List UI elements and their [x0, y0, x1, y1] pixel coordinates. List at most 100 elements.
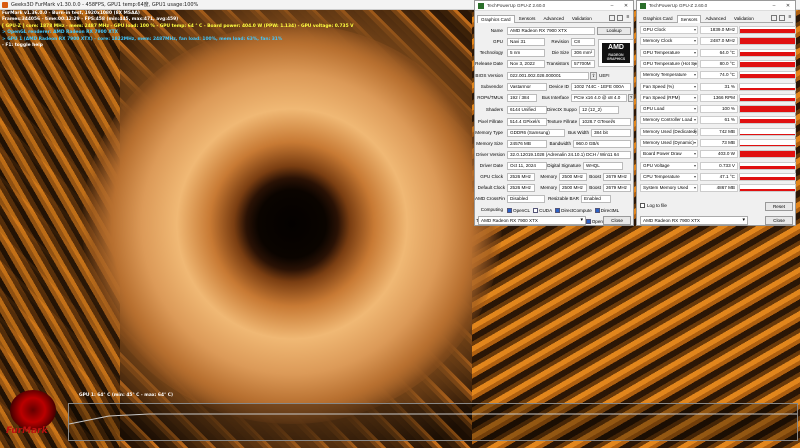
- subvendor-value: Vastarmor: [507, 83, 547, 91]
- sensor-name[interactable]: Memory Used (Dedicated): [640, 127, 698, 136]
- gpuz-app-icon: [478, 2, 484, 9]
- refresh-icon[interactable]: [779, 15, 785, 21]
- sensor-graph-fill: [740, 51, 795, 56]
- gpu-select-dropdown[interactable]: AMD Radeon RX 7900 XTX: [478, 216, 586, 225]
- close-window-button[interactable]: ✕: [781, 3, 795, 9]
- tab-advanced[interactable]: Advanced: [539, 14, 567, 22]
- sensor-value: 31 %: [700, 82, 738, 91]
- sensor-name[interactable]: GPU Load: [640, 105, 698, 114]
- tab-sensors[interactable]: Sensors: [676, 15, 702, 23]
- minimize-button[interactable]: –: [605, 3, 619, 9]
- menu-icon[interactable]: ≡: [625, 15, 631, 21]
- sensor-row: GPU Temperature64.0 °C: [640, 48, 797, 58]
- sensor-name[interactable]: CPU Temperature: [640, 172, 698, 181]
- log-to-file-label: Log to file: [647, 203, 667, 208]
- share-bios-icon[interactable]: ⇪: [590, 72, 597, 80]
- gpuz-app-icon: [640, 2, 646, 9]
- sensor-name[interactable]: Board Power Draw: [640, 150, 698, 159]
- technology-value: 5 nm: [507, 49, 545, 57]
- gpuz-sensors-footer: AMD Radeon RX 7900 XTX: [640, 216, 748, 225]
- sensor-value: 403.0 W: [700, 150, 738, 159]
- tab-validation[interactable]: Validation: [730, 14, 758, 22]
- close-button[interactable]: Close: [765, 216, 793, 225]
- sensor-name[interactable]: GPU Voltage: [640, 161, 698, 170]
- sensor-row: Memory Clock2487.0 MHz: [640, 36, 797, 46]
- computing-option[interactable]: DirectML: [594, 207, 619, 213]
- checkbox-icon: [594, 207, 600, 213]
- sensor-name[interactable]: GPU Temperature (Hot Spot): [640, 59, 698, 68]
- gpuz-card-footer: AMD Radeon RX 7900 XTX: [478, 216, 588, 225]
- help-icon[interactable]: ?: [628, 94, 634, 102]
- default-clock-value: 2526 MHz: [507, 184, 535, 192]
- gpuz-card-window-title: TechPowerUp GPU-Z 2.60.0: [487, 3, 546, 8]
- sensor-graph-fill: [740, 151, 795, 158]
- computing-option[interactable]: DirectCompute: [555, 207, 592, 213]
- sensor-name[interactable]: Fan Speed (%): [640, 82, 698, 91]
- sensor-graph-fill: [740, 74, 795, 79]
- crossfire-label: AMD CrossFire: [475, 196, 505, 201]
- sensor-graph: [739, 48, 796, 57]
- sensor-row: Memory Temperature74.0 °C: [640, 70, 797, 80]
- bandwidth-value: 960.0 GB/s: [573, 140, 631, 148]
- log-to-file-checkbox[interactable]: [640, 203, 645, 208]
- sensor-graph: [739, 184, 796, 193]
- default-boost-label: Boost: [589, 185, 601, 190]
- sensor-graph: [739, 172, 796, 181]
- menu-icon[interactable]: ≡: [787, 15, 793, 21]
- sensor-name[interactable]: System Memory Used: [640, 184, 698, 193]
- sensor-row: Memory Controller Load61 %: [640, 115, 797, 125]
- sensor-value: 0.733 V: [700, 161, 738, 170]
- gpu-select-dropdown[interactable]: AMD Radeon RX 7900 XTX: [640, 216, 748, 225]
- computing-options: OpenCL CUDA DirectCompute DirectML: [507, 206, 631, 214]
- sensor-name[interactable]: Memory Used (Dynamic): [640, 139, 698, 147]
- amd-logo-brand: AMD: [608, 44, 624, 51]
- bus-interface-value: PCIe x16 4.0 @ x8 4.0: [571, 94, 627, 102]
- default-memory-label: Memory: [540, 185, 557, 190]
- sensor-name[interactable]: Memory Controller Load: [640, 116, 698, 125]
- die-size-label: Die Size: [551, 50, 569, 55]
- tab-sensors[interactable]: Sensors: [515, 14, 540, 22]
- refresh-icon[interactable]: [617, 15, 623, 21]
- camera-icon[interactable]: [771, 15, 777, 21]
- lookup-button[interactable]: Lookup: [597, 27, 631, 35]
- boost-label: Boost: [589, 174, 601, 179]
- furmark-logo: FurMark: [2, 386, 66, 444]
- sensor-name[interactable]: GPU Temperature: [640, 48, 698, 57]
- pixel-fillrate-label: Pixel Fillrate: [477, 119, 503, 124]
- tab-graphics-card[interactable]: Graphics Card: [639, 14, 677, 22]
- pixel-fillrate-value: 514.4 GPixel/s: [507, 118, 547, 126]
- sensor-name[interactable]: Fan Speed (RPM): [640, 93, 698, 102]
- sensor-graph-fill: [740, 119, 795, 124]
- close-button[interactable]: Close: [603, 216, 631, 225]
- computing-option[interactable]: OpenCL: [507, 207, 530, 213]
- sensor-graph: [739, 37, 796, 46]
- gpuz-sensors-window: TechPowerUp GPU-Z 2.60.0 – ✕ Graphics Ca…: [636, 0, 796, 226]
- amd-logo-sub: RADEON GRAPHICS: [606, 53, 626, 61]
- log-to-file-option[interactable]: Log to file: [640, 203, 667, 208]
- sensor-name[interactable]: GPU Clock: [640, 26, 698, 34]
- camera-icon[interactable]: [609, 15, 615, 21]
- sensor-graph: [739, 71, 796, 80]
- sensor-graph-fill: [740, 176, 795, 180]
- gpuz-card-tabs: Graphics Card Sensors Advanced Validatio…: [477, 14, 631, 23]
- amd-logo-badge: AMD RADEON GRAPHICS: [602, 43, 630, 63]
- computing-option[interactable]: CUDA: [533, 207, 552, 213]
- close-window-button[interactable]: ✕: [619, 3, 633, 9]
- gpuz-sensors-title-bar[interactable]: TechPowerUp GPU-Z 2.60.0 – ✕: [637, 1, 795, 11]
- temperature-graph: GPU 1: 64° C (min: 45° C - max: 64° C): [68, 393, 798, 441]
- name-value: AMD Radeon RX 7900 XTX: [507, 27, 595, 35]
- tab-advanced[interactable]: Advanced: [701, 14, 729, 22]
- reset-button[interactable]: Reset: [765, 202, 793, 211]
- sensor-name[interactable]: Memory Clock: [640, 37, 698, 46]
- driver-date-value: Oct 11, 2024: [507, 162, 547, 170]
- gpuz-card-title-bar[interactable]: TechPowerUp GPU-Z 2.60.0 – ✕: [475, 1, 633, 11]
- minimize-button[interactable]: –: [767, 3, 781, 9]
- sensor-name[interactable]: Memory Temperature: [640, 71, 698, 80]
- resizable-bar-value: Enabled: [581, 195, 611, 203]
- memory-type-value: GDDR6 (Samsung): [507, 129, 565, 137]
- sensor-value: 1839.0 MHz: [700, 26, 738, 34]
- tab-graphics-card[interactable]: Graphics Card: [477, 15, 515, 23]
- directx-label: DirectX Support: [547, 107, 577, 112]
- sensor-graph-fill: [740, 165, 795, 169]
- tab-validation[interactable]: Validation: [568, 14, 596, 22]
